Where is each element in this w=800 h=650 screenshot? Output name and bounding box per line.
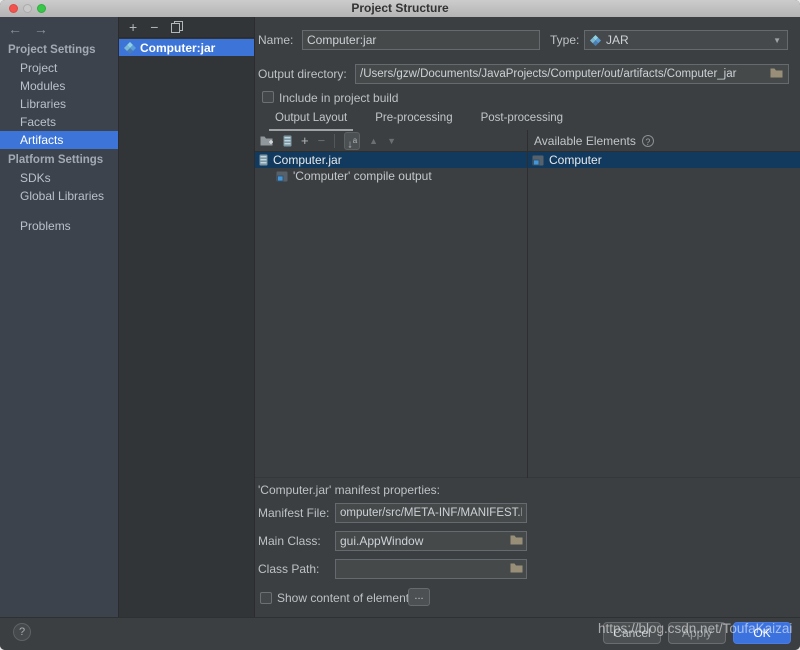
tree-row-compile-output[interactable]: 'Computer' compile output <box>255 168 527 184</box>
sidebar-item-libraries[interactable]: Libraries <box>0 95 118 113</box>
class-path-field[interactable] <box>335 559 527 579</box>
cancel-button[interactable]: Cancel <box>603 622 661 644</box>
tree-row-label: Computer.jar <box>273 153 342 167</box>
module-icon <box>276 171 288 182</box>
sidebar-header-project-settings: Project Settings <box>0 41 118 59</box>
manifest-properties-header: 'Computer.jar' manifest properties: <box>258 483 440 497</box>
copy-artifact-icon[interactable] <box>171 21 183 34</box>
artifact-list-item-label: Computer:jar <box>140 41 215 55</box>
dialog-footer: ? Cancel Apply OK <box>0 617 800 650</box>
module-icon <box>532 155 544 166</box>
sidebar-item-global-libraries[interactable]: Global Libraries <box>0 187 118 205</box>
browse-output-directory-button[interactable] <box>770 67 783 78</box>
titlebar: Project Structure <box>0 0 800 18</box>
output-layout-panel: + − ↓a ▲ ▼ Available Elements ? <box>255 130 800 478</box>
help-icon[interactable]: ? <box>642 135 654 147</box>
type-value: JAR <box>606 33 629 47</box>
browse-main-class-button[interactable] <box>510 534 523 545</box>
create-archive-button[interactable] <box>283 135 292 147</box>
create-directory-button[interactable] <box>260 135 274 147</box>
available-elements-header: Available Elements ? <box>527 130 799 151</box>
include-in-build-checkbox[interactable] <box>262 91 274 103</box>
ok-button[interactable]: OK <box>733 622 791 644</box>
remove-element-button[interactable]: − <box>318 132 326 150</box>
toolbar-separator <box>334 134 335 148</box>
manifest-file-label: Manifest File: <box>258 506 329 520</box>
artifact-name-input[interactable] <box>302 30 540 50</box>
tree-row-computer-module[interactable]: Computer <box>528 152 800 168</box>
class-path-label: Class Path: <box>258 562 319 576</box>
artifact-tabs: Output Layout Pre-processing Post-proces… <box>255 109 800 130</box>
jar-file-icon <box>259 154 268 166</box>
show-content-checkbox[interactable] <box>260 592 272 604</box>
window-title: Project Structure <box>0 0 800 17</box>
back-icon[interactable]: ← <box>8 21 28 37</box>
remove-artifact-button[interactable]: − <box>150 17 158 37</box>
move-up-button[interactable]: ▲ <box>369 132 378 150</box>
type-label: Type: <box>550 33 579 47</box>
help-button[interactable]: ? <box>13 623 31 641</box>
tab-post-processing[interactable]: Post-processing <box>481 109 563 130</box>
tab-pre-processing[interactable]: Pre-processing <box>375 109 452 130</box>
main-class-field[interactable]: gui.AppWindow <box>335 531 527 551</box>
sort-elements-button[interactable]: ↓a <box>344 132 360 150</box>
output-layout-tree: Computer.jar 'Computer' compile output <box>255 152 527 478</box>
sidebar-item-project[interactable]: Project <box>0 59 118 77</box>
forward-icon[interactable]: → <box>34 21 54 37</box>
tree-row-label: Computer <box>549 153 602 167</box>
available-elements-label: Available Elements <box>534 134 636 148</box>
add-folder-icon <box>260 135 274 147</box>
folder-icon <box>510 534 523 545</box>
settings-sidebar: ← → Project Settings Project Modules Lib… <box>0 17 118 617</box>
manifest-file-input[interactable] <box>335 503 527 523</box>
tree-row-label: 'Computer' compile output <box>293 169 432 183</box>
sidebar-item-problems[interactable]: Problems <box>0 217 118 235</box>
folder-icon <box>510 562 523 573</box>
sidebar-header-platform-settings: Platform Settings <box>0 151 118 169</box>
main-class-label: Main Class: <box>258 534 321 548</box>
folder-icon <box>770 67 783 78</box>
move-down-button[interactable]: ▼ <box>387 132 396 150</box>
sidebar-item-modules[interactable]: Modules <box>0 77 118 95</box>
artifacts-list-panel: + − Computer:jar <box>118 17 255 617</box>
artifact-icon <box>124 42 136 54</box>
chevron-down-icon: ▼ <box>773 36 781 45</box>
archive-icon <box>283 135 292 147</box>
show-content-label: Show content of elements <box>277 591 415 605</box>
add-element-button[interactable]: + <box>301 132 309 150</box>
add-artifact-button[interactable]: + <box>129 17 137 37</box>
type-dropdown[interactable]: JAR ▼ <box>584 30 788 50</box>
browse-class-path-button[interactable] <box>510 562 523 573</box>
tab-output-layout[interactable]: Output Layout <box>275 109 347 130</box>
artifact-type-icon <box>590 35 601 46</box>
include-in-build-label: Include in project build <box>279 91 398 105</box>
artifact-list-item[interactable]: Computer:jar <box>119 39 254 56</box>
sidebar-item-facets[interactable]: Facets <box>0 113 118 131</box>
sidebar-item-sdks[interactable]: SDKs <box>0 169 118 187</box>
tree-row-computer-jar[interactable]: Computer.jar <box>255 152 527 168</box>
copy-icon <box>171 21 183 34</box>
project-structure-dialog: Project Structure ← → Project Settings P… <box>0 0 800 650</box>
apply-button[interactable]: Apply <box>668 622 726 644</box>
artifact-editor: Name: Type: JAR ▼ Output directory: /Use… <box>255 17 800 617</box>
layout-toolbar: + − ↓a ▲ ▼ <box>255 130 527 151</box>
output-directory-label: Output directory: <box>258 67 347 81</box>
name-label: Name: <box>258 33 293 47</box>
sidebar-item-artifacts[interactable]: Artifacts <box>0 131 118 149</box>
more-options-button[interactable]: ... <box>408 588 430 606</box>
available-elements-tree: Computer <box>528 152 800 478</box>
output-directory-field[interactable]: /Users/gzw/Documents/JavaProjects/Comput… <box>355 64 789 84</box>
